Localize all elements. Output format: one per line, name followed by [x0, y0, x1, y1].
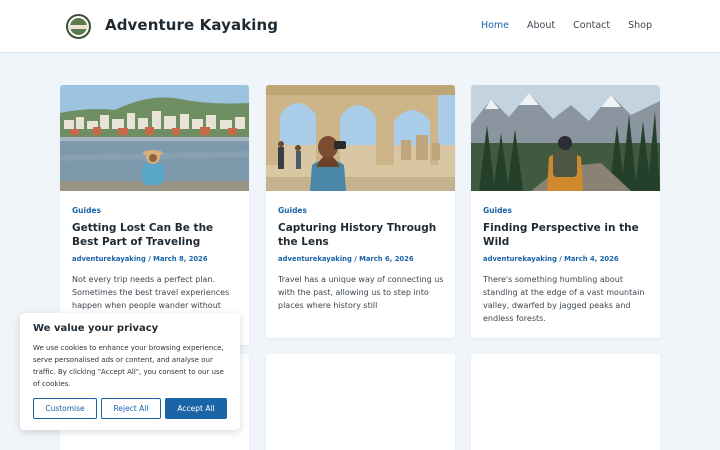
post-author[interactable]: adventurekayaking: [278, 255, 352, 263]
post-date[interactable]: March 4, 2026: [564, 255, 619, 263]
post-date[interactable]: March 6, 2026: [359, 255, 414, 263]
post-card: Guides Capturing History Through the Len…: [266, 85, 455, 338]
cookie-title: We value your privacy: [33, 323, 159, 334]
post-meta: adventurekayaking / March 8, 2026: [72, 255, 208, 263]
post-category[interactable]: Guides: [278, 206, 307, 215]
nav-home[interactable]: Home: [481, 20, 509, 31]
post-meta: adventurekayaking / March 6, 2026: [278, 255, 414, 263]
post-excerpt: Travel has a unique way of connecting us…: [278, 275, 444, 310]
post-title[interactable]: Getting Lost Can Be the Best Part of Tra…: [72, 222, 242, 249]
post-card: Guides Finding Perspective in the Wild a…: [471, 85, 660, 338]
site-logo-icon[interactable]: [66, 14, 91, 39]
post-category[interactable]: Guides: [483, 206, 512, 215]
post-date[interactable]: March 8, 2026: [153, 255, 208, 263]
post-image-woman-by-lake[interactable]: [60, 85, 249, 191]
post-image-hiker-mountain-valley[interactable]: [471, 85, 660, 191]
post-title[interactable]: Capturing History Through the Lens: [278, 222, 448, 249]
post-meta: adventurekayaking / March 4, 2026: [483, 255, 619, 263]
cookie-accept-button[interactable]: Accept All: [165, 398, 227, 419]
post-image-woman-photographing-ruins[interactable]: [266, 85, 455, 191]
post-card-placeholder: [471, 354, 660, 450]
post-author[interactable]: adventurekayaking: [72, 255, 146, 263]
cookie-reject-button[interactable]: Reject All: [101, 398, 161, 419]
post-excerpt: Not every trip needs a perfect plan. Som…: [72, 275, 230, 310]
site-header: Adventure Kayaking Home About Contact Sh…: [0, 0, 720, 53]
post-author[interactable]: adventurekayaking: [483, 255, 557, 263]
post-card: Guides Getting Lost Can Be the Best Part…: [60, 85, 249, 345]
post-title[interactable]: Finding Perspective in the Wild: [483, 222, 653, 249]
cookie-consent-banner: We value your privacy We use cookies to …: [20, 313, 240, 430]
nav-contact[interactable]: Contact: [573, 20, 610, 31]
nav-about[interactable]: About: [527, 20, 555, 31]
post-category[interactable]: Guides: [72, 206, 101, 215]
main-nav: Home About Contact Shop: [463, 20, 652, 31]
cookie-customise-button[interactable]: Customise: [33, 398, 97, 419]
post-card-placeholder: [266, 354, 455, 450]
site-title[interactable]: Adventure Kayaking: [105, 16, 278, 34]
cookie-text: We use cookies to enhance your browsing …: [33, 344, 224, 388]
post-excerpt: There's something humbling about standin…: [483, 275, 645, 323]
nav-shop[interactable]: Shop: [628, 20, 652, 31]
